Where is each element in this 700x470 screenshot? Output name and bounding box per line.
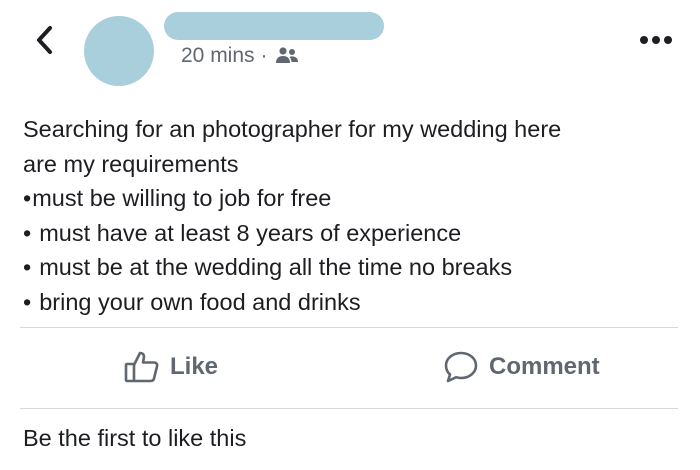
divider xyxy=(20,408,678,409)
requirement-item: • must be at the wedding all the time no … xyxy=(23,250,683,285)
bullet: • xyxy=(23,185,32,211)
requirement-text: bring your own food and drinks xyxy=(39,288,361,315)
requirement-text: must have at least 8 years of experience xyxy=(39,219,462,246)
comment-icon xyxy=(444,351,478,383)
post-text-line: are my requirements xyxy=(23,150,239,177)
meta-separator: · xyxy=(260,44,268,67)
post-meta: 20 mins · xyxy=(181,44,300,68)
post-text-line: Searching for an photographer for my wed… xyxy=(23,116,562,142)
avatar[interactable] xyxy=(84,16,154,86)
requirement-item: •must be willing to job for free xyxy=(23,181,683,216)
chevron-left-icon xyxy=(37,26,52,54)
more-options-button[interactable] xyxy=(638,30,674,50)
likes-summary[interactable]: Be the first to like this xyxy=(23,425,246,452)
friends-icon[interactable] xyxy=(274,46,300,66)
bullet: • xyxy=(23,288,32,315)
like-label: Like xyxy=(170,353,219,380)
author-name-redacted[interactable] xyxy=(164,12,384,40)
timestamp[interactable]: 20 mins xyxy=(181,44,255,68)
like-button[interactable]: Like xyxy=(124,345,218,389)
requirement-text: must be at the wedding all the time no b… xyxy=(39,254,513,280)
requirement-item: • bring your own food and drinks xyxy=(23,285,683,320)
post-body: Searching for an photographer for my wed… xyxy=(23,112,683,319)
more-horizontal-icon xyxy=(640,36,672,44)
bullet: • xyxy=(23,254,32,280)
bullet: • xyxy=(23,219,32,246)
requirement-item: • must have at least 8 years of experienc… xyxy=(23,216,683,251)
comment-button[interactable]: Comment xyxy=(443,345,600,389)
divider xyxy=(20,327,678,328)
comment-label: Comment xyxy=(489,353,600,380)
requirement-text: must be willing to job for free xyxy=(32,185,332,211)
thumbs-up-icon xyxy=(124,351,159,383)
post-card: 20 mins · Searching for an photographer … xyxy=(0,0,700,470)
back-button[interactable] xyxy=(30,22,58,58)
